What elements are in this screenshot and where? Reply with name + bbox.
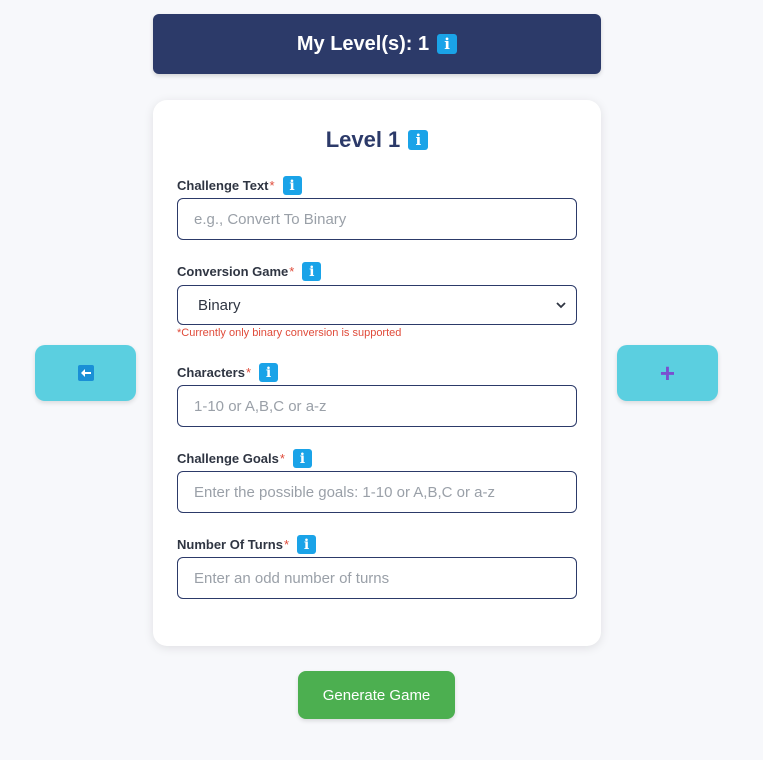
level-title-row: Level 1 i [153, 127, 601, 153]
challenge-goals-placeholder: Enter the possible goals: 1-10 or A,B,C … [194, 483, 495, 501]
characters-label: Characters* [177, 365, 251, 380]
challenge-goals-input[interactable]: Enter the possible goals: 1-10 or A,B,C … [177, 471, 577, 513]
conversion-game-selected: Binary [198, 296, 241, 314]
info-icon[interactable]: i [302, 262, 322, 281]
challenge-goals-label: Challenge Goals* [177, 451, 285, 466]
number-of-turns-placeholder: Enter an odd number of turns [194, 569, 390, 587]
conversion-game-select[interactable]: Binary [177, 285, 577, 325]
number-of-turns-input[interactable]: Enter an odd number of turns [177, 557, 577, 599]
challenge-text-placeholder: e.g., Convert To Binary [194, 210, 347, 228]
characters-input[interactable]: 1-10 or A,B,C or a-z [177, 385, 577, 427]
chevron-down-icon [556, 302, 566, 309]
generate-game-button[interactable]: Generate Game [298, 671, 455, 719]
info-icon[interactable]: i [408, 130, 429, 150]
info-icon[interactable]: i [297, 535, 316, 554]
number-of-turns-label-row: Number Of Turns* i [177, 535, 316, 554]
page: My Level(s): 1 i + Level 1 i Challenge T… [0, 0, 763, 760]
conversion-game-label: Conversion Game* [177, 264, 295, 279]
info-icon[interactable]: i [282, 176, 302, 195]
characters-label-row: Characters* i [177, 363, 278, 382]
challenge-text-label: Challenge Text* [177, 178, 275, 193]
challenge-text-input[interactable]: e.g., Convert To Binary [177, 198, 577, 240]
required-mark: * [245, 365, 251, 380]
level-card: Level 1 i Challenge Text* i e.g., Conver… [153, 100, 601, 646]
challenge-text-label-row: Challenge Text* i [177, 176, 302, 195]
required-mark: * [279, 451, 285, 466]
levels-header-title: My Level(s): 1 [296, 32, 430, 55]
info-icon[interactable]: i [292, 449, 312, 468]
previous-level-button[interactable] [35, 345, 136, 401]
characters-placeholder: 1-10 or A,B,C or a-z [194, 397, 327, 415]
level-title: Level 1 [325, 127, 401, 152]
required-mark: * [283, 537, 289, 552]
required-mark: * [289, 264, 295, 279]
add-level-button[interactable]: + [617, 345, 718, 401]
challenge-goals-label-row: Challenge Goals* i [177, 449, 312, 468]
plus-icon: + [659, 358, 676, 388]
arrow-left-icon [77, 365, 94, 381]
conversion-game-hint: *Currently only binary conversion is sup… [177, 327, 402, 339]
conversion-game-label-row: Conversion Game* i [177, 262, 322, 281]
levels-header: My Level(s): 1 i [153, 14, 601, 74]
info-icon[interactable]: i [437, 34, 458, 54]
required-mark: * [269, 178, 275, 193]
info-icon[interactable]: i [259, 363, 278, 382]
number-of-turns-label: Number Of Turns* [177, 537, 289, 552]
